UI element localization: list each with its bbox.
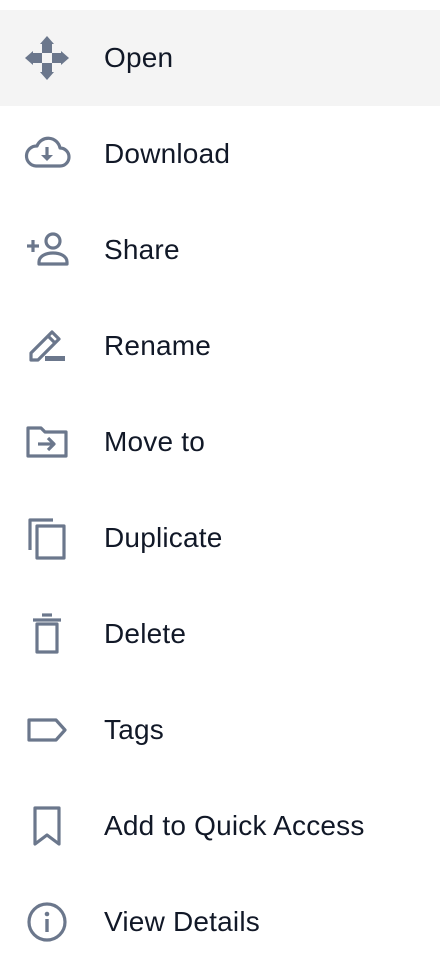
- menu-item-label: Share: [104, 234, 180, 265]
- bookmark-icon: [23, 802, 71, 850]
- folder-move-icon: [23, 418, 71, 466]
- cloud-download-icon: [23, 130, 71, 178]
- context-menu: Open Download Share Rename Move to Dupli…: [0, 10, 440, 970]
- menu-item-open[interactable]: Open: [0, 10, 440, 106]
- menu-item-share[interactable]: Share: [0, 202, 440, 298]
- menu-item-label: Rename: [104, 330, 212, 361]
- menu-item-rename[interactable]: Rename: [0, 298, 440, 394]
- menu-item-duplicate[interactable]: Duplicate: [0, 490, 440, 586]
- menu-item-label: Move to: [104, 426, 205, 457]
- menu-item-label: View Details: [104, 906, 260, 937]
- menu-item-tags[interactable]: Tags: [0, 682, 440, 778]
- menu-item-label: Duplicate: [104, 522, 223, 553]
- menu-item-view-details[interactable]: View Details: [0, 874, 440, 970]
- move-arrows-icon: [23, 34, 71, 82]
- menu-item-delete[interactable]: Delete: [0, 586, 440, 682]
- menu-item-label: Delete: [104, 618, 187, 649]
- menu-item-quick-access[interactable]: Add to Quick Access: [0, 778, 440, 874]
- tag-icon: [23, 706, 71, 754]
- menu-item-label: Add to Quick Access: [104, 810, 365, 841]
- person-add-icon: [23, 226, 71, 274]
- menu-item-label: Tags: [104, 714, 164, 745]
- copy-icon: [23, 514, 71, 562]
- menu-item-label: Download: [104, 138, 231, 169]
- menu-item-move-to[interactable]: Move to: [0, 394, 440, 490]
- info-icon: [23, 898, 71, 946]
- menu-item-download[interactable]: Download: [0, 106, 440, 202]
- trash-icon: [23, 610, 71, 658]
- pencil-icon: [23, 322, 71, 370]
- menu-item-label: Open: [104, 42, 174, 73]
